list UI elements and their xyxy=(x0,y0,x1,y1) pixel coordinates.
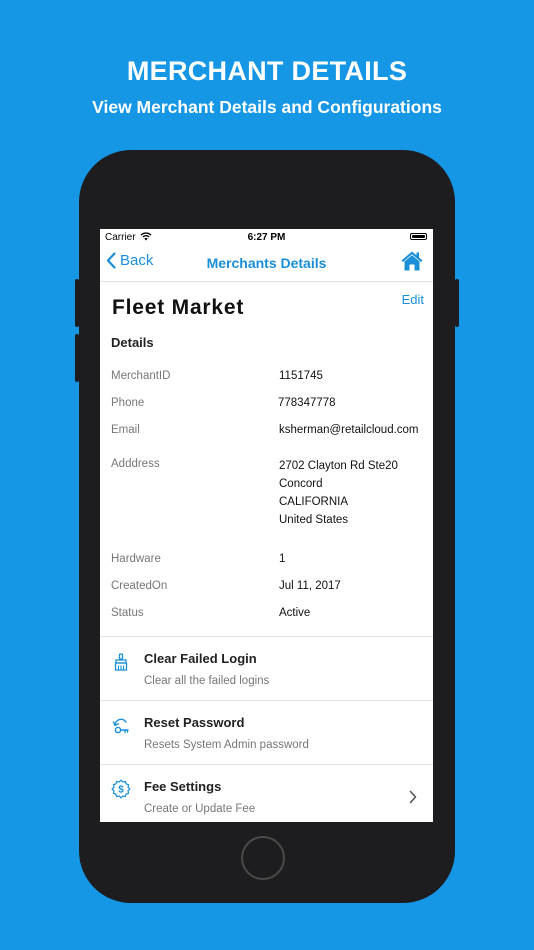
battery-icon xyxy=(410,233,427,240)
hardware-label: Hardware xyxy=(111,553,161,565)
home-icon[interactable] xyxy=(400,249,424,273)
action-subtitle: Clear all the failed logins xyxy=(144,675,270,687)
phone-side-button xyxy=(455,279,459,327)
status-value: Active xyxy=(279,607,311,619)
status-label: Status xyxy=(111,607,144,619)
action-subtitle: Create or Update Fee xyxy=(144,803,256,815)
edit-button[interactable]: Edit xyxy=(402,292,424,307)
merchant-name: Fleet Market xyxy=(112,296,245,319)
svg-text:$: $ xyxy=(118,785,124,796)
hardware-value: 1 xyxy=(279,553,286,565)
broom-icon xyxy=(114,653,128,671)
email-label: Email xyxy=(111,424,140,436)
action-subtitle: Resets System Admin password xyxy=(144,739,309,751)
action-title: Fee Settings xyxy=(144,779,222,794)
status-time: 6:27 PM xyxy=(247,232,286,243)
phone-side-button xyxy=(75,334,79,382)
reset-password-row[interactable]: Reset Password Resets System Admin passw… xyxy=(100,701,433,765)
phone-value: 778347778 xyxy=(278,397,336,409)
dollar-gear-icon: $ xyxy=(111,779,131,799)
createdon-label: CreatedOn xyxy=(111,580,168,592)
address-label: Adddress xyxy=(111,458,160,470)
navigation-bar: Back Merchants Details xyxy=(100,247,433,282)
chevron-right-icon xyxy=(409,790,417,804)
clear-failed-login-row[interactable]: Clear Failed Login Clear all the failed … xyxy=(100,637,433,701)
fee-settings-row[interactable]: $ Fee Settings Create or Update Fee xyxy=(100,765,433,822)
createdon-value: Jul 11, 2017 xyxy=(279,580,341,592)
phone-label: Phone xyxy=(111,397,145,409)
address-value: 2702 Clayton Rd Ste20 Concord CALIFORNIA… xyxy=(279,460,398,526)
promo-subtitle: View Merchant Details and Configurations xyxy=(92,97,442,117)
merchantid-label: MerchantID xyxy=(111,370,171,382)
phone-home-button[interactable] xyxy=(241,836,285,880)
email-value: ksherman@retailcloud.com xyxy=(279,424,419,436)
action-title: Clear Failed Login xyxy=(144,651,257,666)
promo-title: MERCHANT DETAILS xyxy=(126,56,408,86)
action-title: Reset Password xyxy=(144,715,245,730)
key-reset-icon xyxy=(112,718,129,734)
status-bar: Carrier 6:27 PM xyxy=(100,229,433,247)
details-section-title: Details xyxy=(111,335,154,350)
app-screen: Carrier 6:27 PM Back Merchants Details F… xyxy=(100,229,433,822)
merchantid-value: 1151745 xyxy=(279,370,323,382)
phone-side-button xyxy=(75,279,79,327)
nav-title: Merchants Details xyxy=(206,255,327,271)
